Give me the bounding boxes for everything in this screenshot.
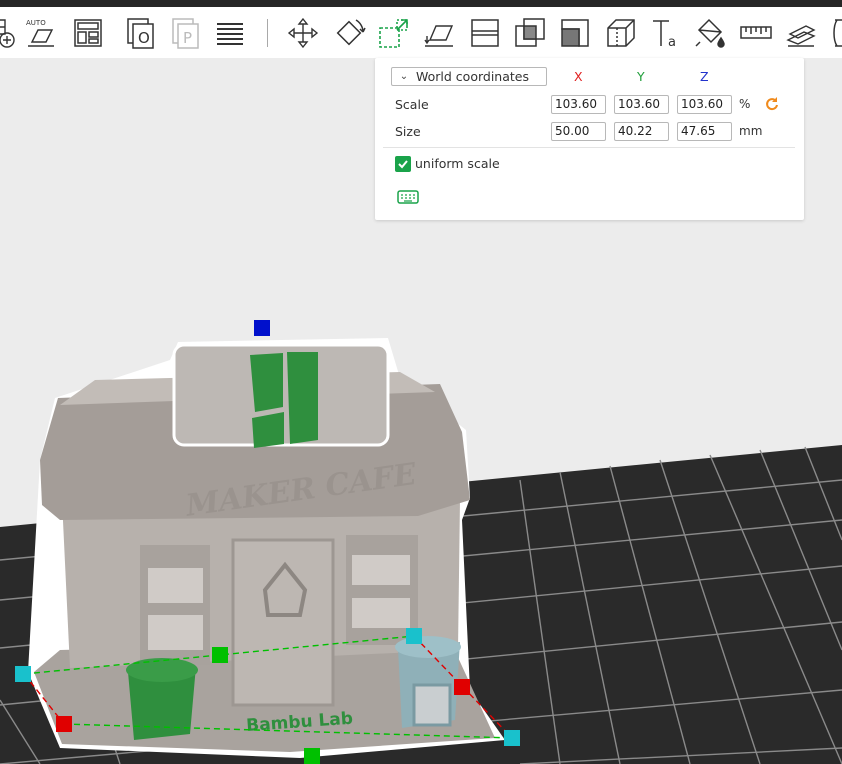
- gizmo-y-handle[interactable]: [56, 716, 72, 732]
- color-paint-icon[interactable]: [692, 15, 728, 51]
- split-parts-icon[interactable]: P: [168, 15, 204, 51]
- size-y-input[interactable]: 40.22: [614, 122, 669, 141]
- gizmo-y-handle[interactable]: [454, 679, 470, 695]
- gizmo-z-handle[interactable]: [254, 320, 270, 336]
- axis-y-header: Y: [637, 69, 645, 84]
- auto-orient-icon[interactable]: AUTO: [23, 15, 59, 51]
- variable-layer-height-icon[interactable]: [212, 15, 248, 51]
- scale-unit: %: [739, 97, 751, 111]
- cut-icon[interactable]: [467, 15, 503, 51]
- measure-icon[interactable]: [738, 15, 774, 51]
- size-z-input[interactable]: 47.65: [677, 122, 732, 141]
- lay-on-face-icon[interactable]: [421, 15, 457, 51]
- keyboard-icon[interactable]: [397, 189, 419, 205]
- size-x-input[interactable]: 50.00: [551, 122, 606, 141]
- gizmo-corner-handle[interactable]: [406, 628, 422, 644]
- rotate-icon[interactable]: [331, 15, 367, 51]
- gizmo-corner-handle[interactable]: [15, 666, 31, 682]
- scale-x-input[interactable]: 103.60: [551, 95, 606, 114]
- axis-x-header: X: [574, 69, 583, 84]
- coordinate-mode-select[interactable]: ⌄ World coordinates: [391, 67, 547, 86]
- gizmo-x-handle[interactable]: [212, 647, 228, 663]
- svg-text:P: P: [183, 29, 192, 47]
- svg-text:a: a: [668, 35, 676, 50]
- boolean-icon[interactable]: [512, 15, 548, 51]
- toolbar: AUTO O P a: [0, 7, 842, 58]
- toolbar-separator: [267, 19, 268, 47]
- assembly-icon[interactable]: [783, 15, 819, 51]
- svg-text:O: O: [138, 29, 150, 47]
- size-unit: mm: [739, 124, 763, 138]
- size-label: Size: [395, 124, 421, 139]
- split-objects-icon[interactable]: O: [123, 15, 159, 51]
- scale-z-input[interactable]: 103.60: [677, 95, 732, 114]
- scale-panel: ⌄ World coordinates X Y Z Scale 103.60 1…: [375, 58, 804, 220]
- uniform-scale-checkbox[interactable]: [395, 156, 411, 172]
- move-icon[interactable]: [285, 15, 321, 51]
- arrange-icon[interactable]: [70, 15, 106, 51]
- scale-label: Scale: [395, 97, 429, 112]
- panel-divider: [383, 147, 795, 148]
- more-icon[interactable]: [826, 15, 842, 51]
- uniform-scale-label: uniform scale: [415, 156, 500, 171]
- scale-y-input[interactable]: 103.60: [614, 95, 669, 114]
- text-emboss-icon[interactable]: a: [648, 15, 684, 51]
- chevron-down-icon: ⌄: [399, 71, 409, 82]
- reset-rotate-icon[interactable]: [764, 96, 780, 112]
- gizmo-x-handle[interactable]: [304, 748, 320, 764]
- svg-text:AUTO: AUTO: [26, 19, 46, 27]
- check-icon: [398, 160, 408, 169]
- scale-icon[interactable]: [376, 15, 412, 51]
- window-top-strip: [0, 0, 842, 7]
- add-plate-icon[interactable]: [0, 15, 22, 51]
- coordinate-mode-value: World coordinates: [416, 69, 529, 84]
- axis-z-header: Z: [700, 69, 709, 84]
- support-paint-icon[interactable]: [557, 15, 593, 51]
- seam-paint-icon[interactable]: [603, 15, 639, 51]
- gizmo-corner-handle[interactable]: [504, 730, 520, 746]
